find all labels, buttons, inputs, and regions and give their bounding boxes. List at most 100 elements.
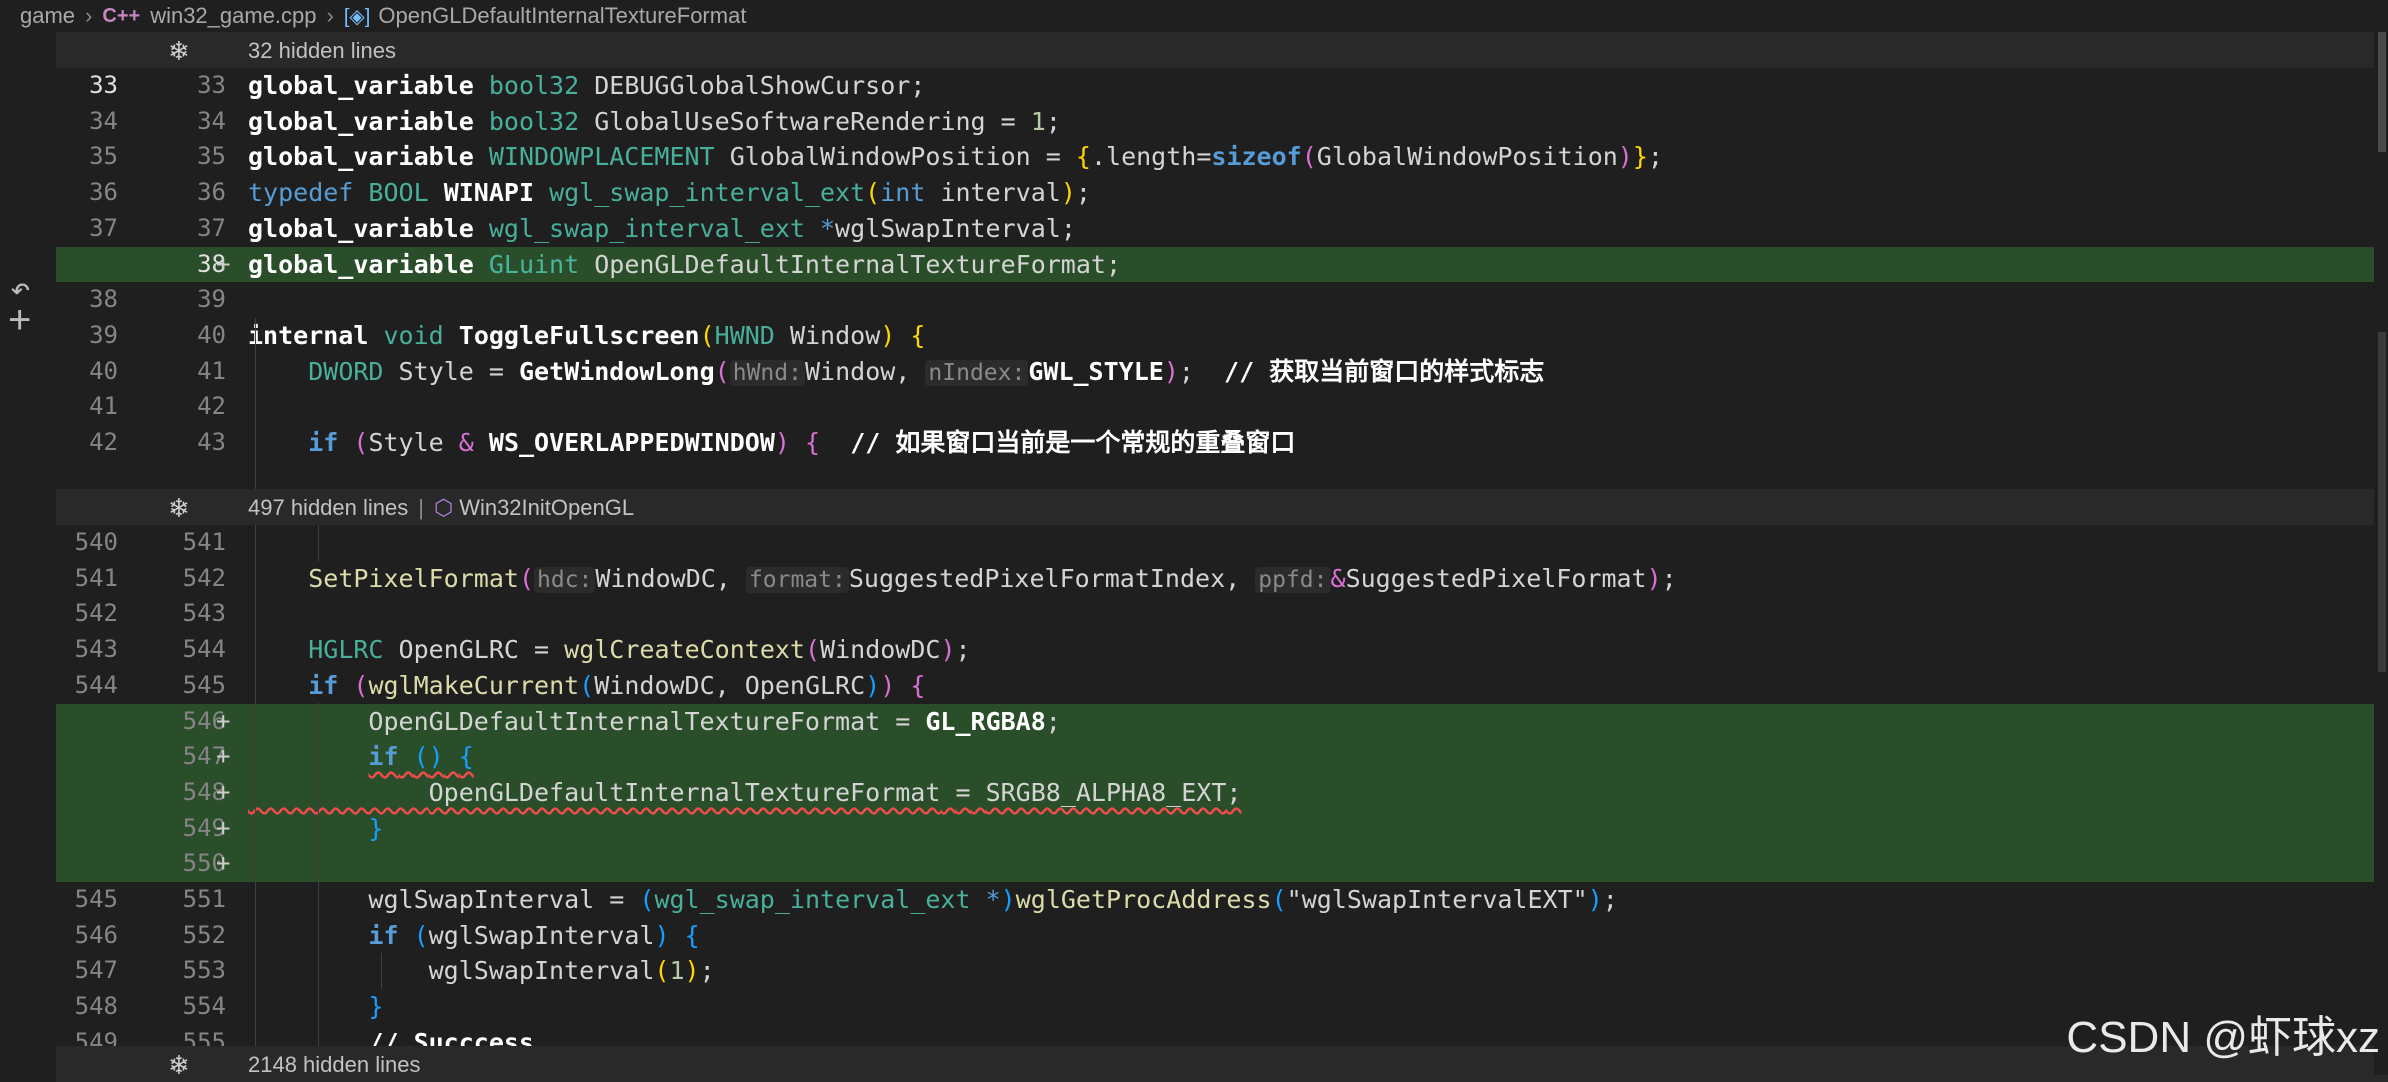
modified-line-number: 544 [182,635,226,664]
modified-line-number: 545 [182,670,226,699]
indent-guide [255,525,256,1046]
cpp-file-icon: C++ [102,4,141,27]
modified-line-number: 43 [197,428,226,456]
modified-line-number: 38 [197,249,226,278]
modified-line-number: 34 [197,106,226,135]
modified-line-number: 542 [182,563,226,592]
scrollbar-thumb[interactable] [2378,332,2386,672]
code-line[interactable]: if () { [248,739,473,775]
modified-line-number: 40 [197,320,226,349]
diff-line: 41 42 [56,389,2388,425]
hidden-lines-bar[interactable]: ❄ 32 hidden lines [56,32,2388,68]
added-marker: + [216,777,231,806]
diff-added-line: 549 + [56,810,2388,847]
breadcrumb-symbol[interactable]: OpenGLDefaultInternalTextureFormat [378,3,746,29]
modified-line-number: 553 [182,956,226,985]
inlay-hint: nIndex: [925,359,1029,386]
diff-line: 542 543 [56,596,2388,632]
chevron-right-icon: › [85,3,93,28]
indent-guide [255,318,256,489]
original-line-number: 548 [74,992,118,1021]
code-line[interactable]: global_variable WINDOWPLACEMENT GlobalWi… [248,139,1663,175]
code-line[interactable]: if (wglSwapInterval) { [248,918,699,954]
unfold-icon[interactable]: ❄ [168,493,190,524]
code-line[interactable]: if (wglMakeCurrent(WindowDC, OpenGLRC)) … [248,668,925,704]
hidden-lines-bar[interactable]: ❄ 497 hidden lines | ⬡ Win32InitOpenGL [56,489,2388,525]
code-line[interactable]: if (Style & WS_OVERLAPPEDWINDOW) { // 如果… [248,425,1295,461]
modified-line-number: 41 [197,356,226,385]
chevron-right-icon: › [326,3,334,28]
original-line-number: 38 [89,285,118,314]
indent-guide [318,525,319,561]
modified-line-number: 543 [182,599,226,628]
original-line-number: 39 [89,320,118,349]
hidden-lines-bar[interactable]: ❄ 2148 hidden lines [56,1046,2388,1082]
unfold-icon[interactable]: ❄ [168,36,190,67]
code-line[interactable]: global_variable bool32 GlobalUseSoftware… [248,104,1061,140]
indent-guide [318,703,319,1046]
diff-added-line: 550 + [56,846,2388,882]
inlay-hint: hdc: [534,566,596,593]
symbol-variable-icon: [◈] [343,5,371,28]
original-line-number: 547 [74,956,118,985]
add-icon[interactable]: + [8,300,31,340]
code-line[interactable]: OpenGLDefaultInternalTextureFormat = SRG… [248,775,1242,811]
method-cube-icon: ⬡ [433,495,454,520]
added-marker: + [216,742,231,771]
original-line-number: 36 [89,178,118,207]
breadcrumb-root[interactable]: game [20,3,75,29]
diff-editor[interactable]: ❄ 32 hidden lines 33 33 34 34 35 35 36 36 37 37 38… [56,32,2388,1082]
inlay-hint: hWnd: [729,359,805,386]
unfold-icon[interactable]: ❄ [168,1050,190,1081]
original-line-number: 34 [89,106,118,135]
code-line[interactable]: wglSwapInterval = (wgl_swap_interval_ext… [248,882,1617,918]
code-line[interactable]: } [248,989,383,1025]
original-line-number: 540 [74,528,118,556]
code-line[interactable]: global_variable wgl_swap_interval_ext *w… [248,211,1076,247]
hidden-lines-count: 32 hidden lines [248,38,397,63]
added-marker: + [216,813,231,842]
hidden-lines-count: 497 hidden lines [248,495,409,520]
code-line[interactable]: global_variable bool32 DEBUGGlobalShowCu… [248,68,925,104]
original-line-number: 544 [74,670,118,699]
code-line[interactable]: // Succcess [248,1025,534,1046]
hidden-lines-symbol[interactable]: Win32InitOpenGL [459,495,634,520]
hidden-lines-count: 2148 hidden lines [248,1052,421,1077]
breadcrumb-file[interactable]: win32_game.cpp [150,3,316,29]
original-line-number: 542 [74,599,118,628]
original-line-number: 41 [89,392,118,421]
inlay-hint: format: [745,566,849,593]
original-line-number: 33 [89,71,118,99]
code-line[interactable]: } [248,811,383,847]
scrollbar-thumb[interactable] [2378,32,2386,152]
original-line-number: 543 [74,635,118,664]
code-line[interactable]: internal void ToggleFullscreen(HWND Wind… [248,318,925,354]
inlay-hint: ppfd: [1255,566,1331,593]
diff-gutter: ↶ + [0,32,56,1075]
modified-line-number: 35 [197,142,226,171]
modified-line-number: 552 [182,920,226,949]
original-line-number: 40 [89,356,118,385]
code-line[interactable]: HGLRC OpenGLRC = wglCreateContext(Window… [248,632,970,668]
code-line[interactable]: OpenGLDefaultInternalTextureFormat = GL_… [248,704,1060,740]
modified-line-number: 547 [182,742,226,771]
code-line[interactable]: typedef BOOL WINAPI wgl_swap_interval_ex… [248,175,1091,211]
code-line[interactable]: DWORD Style = GetWindowLong(hWnd: Window,… [248,354,1544,392]
breadcrumb: game › C++ win32_game.cpp › [◈] OpenGLDe… [0,0,2388,32]
diff-line: 548 554 [56,989,2388,1025]
original-line-number: 545 [74,885,118,913]
code-line[interactable]: global_variable GLuint OpenGLDefaultInte… [248,247,1121,283]
code-line[interactable]: SetPixelFormat(hdc: WindowDC, format: Sugg… [248,561,1677,599]
added-marker: + [216,706,231,735]
diff-line: 38 39 [56,282,2388,318]
diff-line: 540 541 [56,525,2388,561]
modified-line-number: 548 [182,777,226,806]
modified-line-number: 549 [182,813,226,842]
modified-line-number: 36 [197,178,226,207]
vertical-scrollbar[interactable] [2374,32,2388,1075]
added-marker: + [216,849,231,878]
added-marker: + [216,249,231,278]
modified-line-number: 39 [197,285,226,314]
modified-line-number: 42 [197,392,226,421]
indent-guide [381,953,382,989]
